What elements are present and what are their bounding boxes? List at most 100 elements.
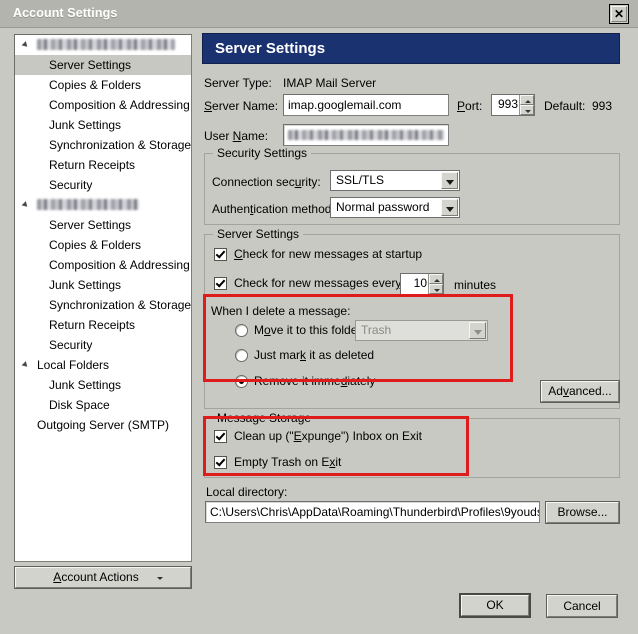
sidebar-item-security[interactable]: Security: [15, 175, 191, 195]
account-tree[interactable]: Server Settings Copies & Folders Composi…: [14, 34, 192, 562]
sidebar-item-label: Server Settings: [49, 218, 132, 232]
check-new-messages-every-checkbox[interactable]: [214, 277, 227, 290]
sidebar-item-junk-settings[interactable]: Junk Settings: [15, 115, 191, 135]
ok-button[interactable]: OK: [459, 593, 531, 618]
account-actions-button[interactable]: Account Actions: [14, 566, 192, 589]
sidebar-item-server-settings[interactable]: Server Settings: [15, 55, 191, 75]
user-name-input[interactable]: [283, 124, 449, 146]
expander-icon[interactable]: [21, 201, 30, 209]
empty-trash-exit-checkbox[interactable]: [214, 456, 227, 469]
sidebar-item-label: Junk Settings: [49, 278, 122, 292]
settings-panel: Server Settings Server Type: IMAP Mail S…: [200, 28, 638, 634]
local-directory-label: Local directory:: [206, 485, 288, 499]
port-spin-buttons[interactable]: [519, 95, 534, 115]
advanced-button[interactable]: Advanced...: [540, 380, 620, 403]
local-directory-input[interactable]: C:\Users\Chris\AppData\Roaming\Thunderbi…: [205, 501, 540, 523]
chevron-down-icon[interactable]: [441, 172, 458, 189]
message-storage-title: Message Storage: [213, 411, 316, 425]
check-new-messages-every-label: Check for new messages every: [234, 276, 402, 290]
close-icon[interactable]: ✕: [609, 4, 629, 24]
check-new-messages-startup-label: Check for new messages at startup: [234, 247, 423, 261]
chevron-down-icon: [469, 322, 486, 339]
server-name-input[interactable]: imap.googlemail.com: [283, 94, 449, 116]
sidebar-item-label: Composition & Addressing: [49, 258, 190, 272]
redacted-user-name: [288, 130, 444, 140]
check-new-messages-every-row[interactable]: Check for new messages every: [214, 276, 401, 290]
tree-item-local-folders[interactable]: Local Folders: [15, 355, 191, 375]
titlebar: Account Settings ✕: [0, 0, 638, 28]
minutes-label: minutes: [454, 278, 497, 292]
message-storage-group: Message Storage: [204, 411, 620, 478]
spinner-down-icon[interactable]: [429, 284, 443, 294]
tree-item-account-1[interactable]: [15, 35, 191, 55]
delete-move-folder-row[interactable]: Move it to this folder:: [235, 323, 365, 337]
delete-mark-deleted-radio[interactable]: [235, 349, 248, 362]
connection-security-value: SSL/TLS: [336, 173, 385, 187]
server-settings-group-title: Server Settings: [213, 227, 304, 241]
browse-button[interactable]: Browse...: [545, 501, 620, 524]
sidebar-item-outgoing-server-smtp[interactable]: Outgoing Server (SMTP): [15, 415, 191, 435]
sidebar-item-synchronization-storage[interactable]: Synchronization & Storage: [15, 135, 191, 155]
sidebar-item-label: Local Folders: [37, 358, 110, 372]
sidebar-item-junk-settings-local[interactable]: Junk Settings: [15, 375, 191, 395]
ok-button-label: OK: [486, 598, 504, 612]
connection-security-label: Connection security:: [212, 175, 321, 189]
sidebar-item-copies-folders-2[interactable]: Copies & Folders: [15, 235, 191, 255]
port-stepper[interactable]: 993: [491, 94, 535, 116]
sidebar-item-label: Composition & Addressing: [49, 98, 190, 112]
trash-folder-value: Trash: [361, 323, 392, 337]
expander-icon[interactable]: [21, 361, 30, 369]
sidebar-item-server-settings-2[interactable]: Server Settings: [15, 215, 191, 235]
sidebar-item-label: Disk Space: [49, 398, 110, 412]
check-new-messages-startup-checkbox[interactable]: [214, 248, 227, 261]
server-type-value: IMAP Mail Server: [283, 76, 377, 90]
expunge-inbox-row[interactable]: Clean up ("Expunge") Inbox on Exit: [214, 429, 422, 443]
sidebar-item-junk-settings-2[interactable]: Junk Settings: [15, 275, 191, 295]
sidebar-item-label: Return Receipts: [49, 158, 136, 172]
chevron-down-icon: [157, 577, 163, 580]
expunge-inbox-checkbox[interactable]: [214, 430, 227, 443]
sidebar-item-label: Junk Settings: [49, 118, 122, 132]
check-interval-spin-buttons[interactable]: [428, 274, 443, 294]
sidebar-item-return-receipts-2[interactable]: Return Receipts: [15, 315, 191, 335]
account-settings-window: Account Settings ✕ Server Settings Copie…: [0, 0, 638, 634]
chevron-down-icon[interactable]: [441, 199, 458, 216]
empty-trash-exit-row[interactable]: Empty Trash on Exit: [214, 455, 341, 469]
sidebar-item-copies-folders[interactable]: Copies & Folders: [15, 75, 191, 95]
sidebar-item-return-receipts[interactable]: Return Receipts: [15, 155, 191, 175]
port-label: Port:: [457, 99, 483, 113]
sidebar-item-label: Copies & Folders: [49, 78, 142, 92]
sidebar-item-label: Synchronization & Storage: [49, 298, 192, 312]
browse-button-label: Browse...: [557, 505, 608, 519]
spinner-up-icon[interactable]: [429, 274, 443, 284]
cancel-button[interactable]: Cancel: [546, 594, 618, 618]
port-value: 993: [497, 97, 518, 111]
server-name-label: Server Name:: [204, 99, 279, 113]
sidebar-item-label: Security: [49, 178, 93, 192]
check-interval-stepper[interactable]: 10: [400, 273, 444, 295]
spinner-up-icon[interactable]: [520, 95, 534, 105]
tree-item-account-2[interactable]: [15, 195, 191, 215]
connection-security-select[interactable]: SSL/TLS: [330, 170, 460, 191]
delete-move-folder-radio[interactable]: [235, 324, 248, 337]
authentication-method-select[interactable]: Normal password: [330, 197, 460, 218]
sidebar-item-composition-addressing[interactable]: Composition & Addressing: [15, 95, 191, 115]
delete-move-folder-label: Move it to this folder:: [254, 323, 365, 337]
delete-mark-deleted-row[interactable]: Just mark it as deleted: [235, 348, 374, 362]
sidebar-item-disk-space[interactable]: Disk Space: [15, 395, 191, 415]
sidebar-item-label: Copies & Folders: [49, 238, 142, 252]
sidebar-item-synchronization-storage-2[interactable]: Synchronization & Storage: [15, 295, 191, 315]
user-name-label: User Name:: [204, 129, 269, 143]
delete-remove-immediately-row[interactable]: Remove it immediately: [235, 374, 375, 388]
delete-remove-immediately-label: Remove it immediately: [254, 374, 376, 388]
sidebar-item-security-2[interactable]: Security: [15, 335, 191, 355]
sidebar-item-label: Server Settings: [49, 58, 132, 72]
check-new-messages-startup-row[interactable]: Check for new messages at startup: [214, 247, 422, 261]
delete-remove-immediately-radio[interactable]: [235, 375, 248, 388]
sidebar-item-composition-addressing-2[interactable]: Composition & Addressing: [15, 255, 191, 275]
expunge-inbox-label: Clean up ("Expunge") Inbox on Exit: [234, 429, 422, 443]
expander-icon[interactable]: [21, 41, 30, 49]
trash-folder-select: Trash: [355, 320, 488, 341]
sidebar-item-label: Security: [49, 338, 93, 352]
spinner-down-icon[interactable]: [520, 105, 534, 115]
